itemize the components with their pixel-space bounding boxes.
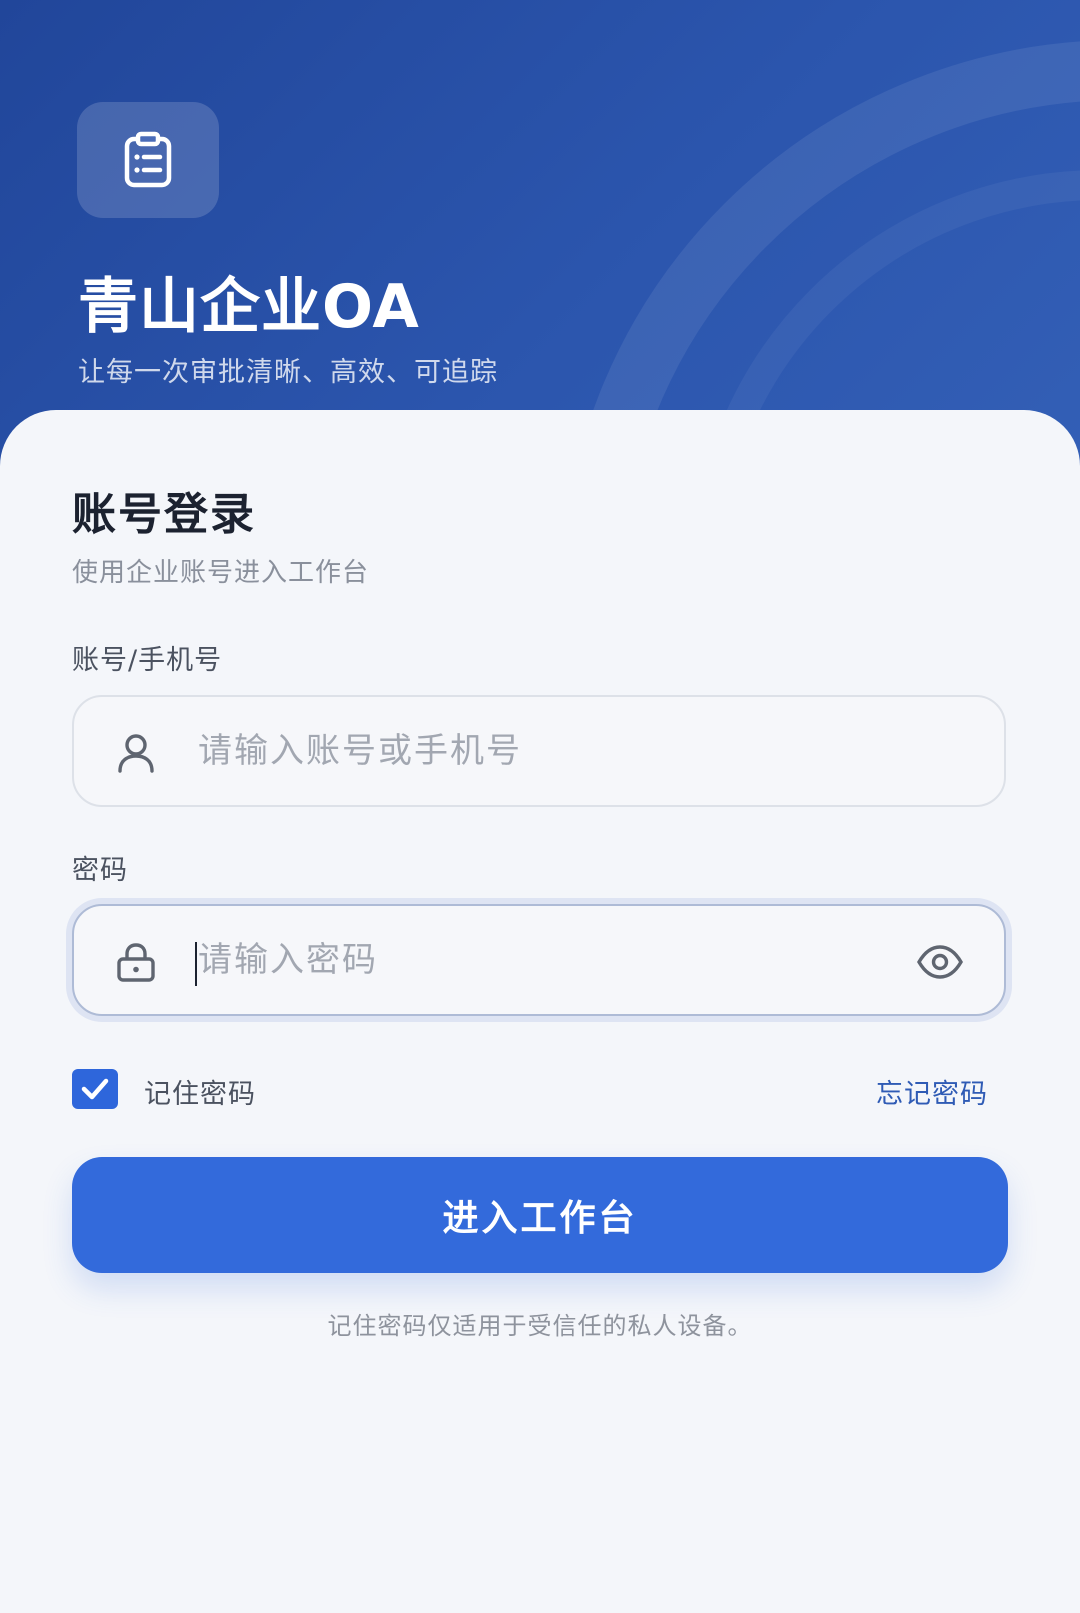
- password-input[interactable]: 请输入密码: [72, 904, 1006, 1016]
- user-icon: [118, 734, 154, 773]
- text-caret: [195, 942, 197, 986]
- account-placeholder: 请输入账号或手机号: [198, 731, 522, 771]
- login-title: 账号登录: [72, 489, 256, 540]
- forgot-password-link[interactable]: 忘记密码: [876, 1072, 988, 1111]
- check-icon: [81, 1078, 109, 1100]
- remember-label[interactable]: 记住密码: [144, 1072, 256, 1111]
- lock-icon: [117, 943, 155, 982]
- app-slogan: 让每一次审批清晰、高效、可追踪: [78, 357, 498, 388]
- submit-button[interactable]: 进入工作台: [72, 1157, 1008, 1273]
- app-title: 青山企业OA: [78, 272, 420, 342]
- account-label: 账号/手机号: [72, 645, 223, 676]
- security-hint: 记住密码仅适用于受信任的私人设备。: [327, 1312, 753, 1340]
- remember-checkbox[interactable]: [72, 1069, 118, 1109]
- clipboard-list-icon: [124, 131, 172, 188]
- account-input[interactable]: 请输入账号或手机号: [72, 695, 1006, 807]
- password-placeholder: 请输入密码: [198, 940, 378, 980]
- app-logo: [77, 102, 219, 218]
- login-subtitle: 使用企业账号进入工作台: [72, 558, 370, 588]
- password-label: 密码: [72, 855, 128, 886]
- header-banner: 青山企业OA 让每一次审批清晰、高效、可追踪: [0, 0, 1080, 470]
- eye-icon[interactable]: [916, 942, 964, 982]
- login-page: 青山企业OA 让每一次审批清晰、高效、可追踪 账号登录 使用企业账号进入工作台 …: [0, 0, 1080, 1613]
